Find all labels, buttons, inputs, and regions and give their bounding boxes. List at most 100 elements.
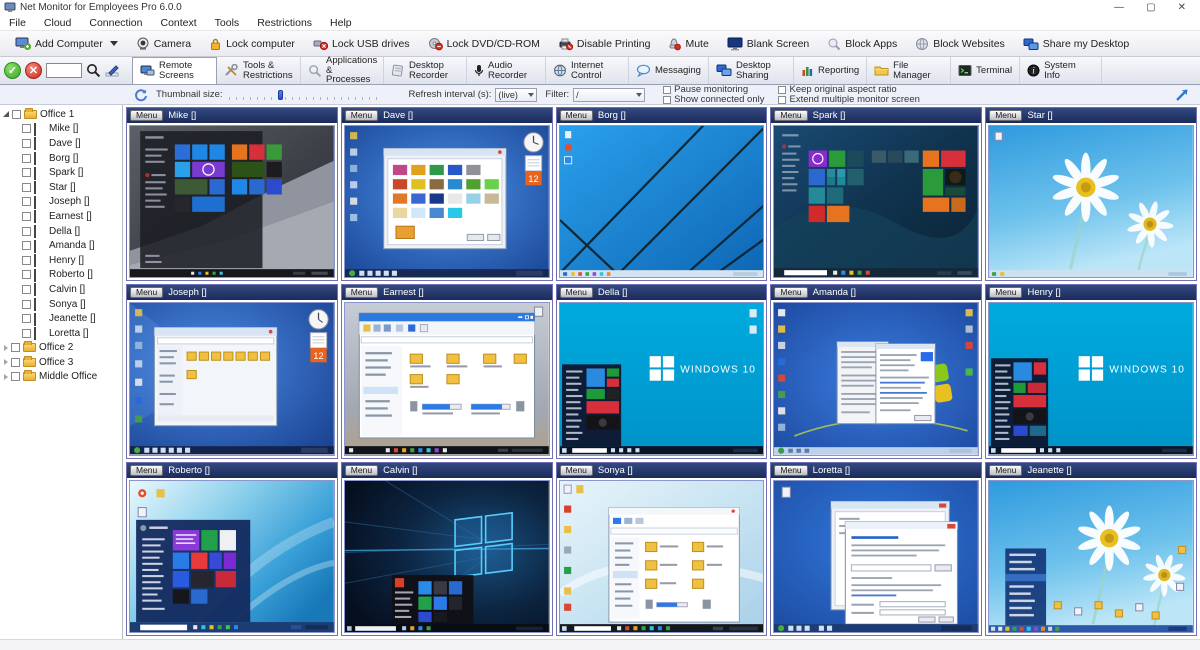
tile-menu-button[interactable]: Menu [560, 110, 593, 121]
lock-usb-button[interactable]: Lock USB drives [304, 35, 419, 53]
tab-audio-recorder[interactable]: Audio Recorder [467, 57, 546, 84]
tab-system-info[interactable]: i System Info [1020, 57, 1102, 84]
menu-help[interactable]: Help [321, 17, 361, 29]
tab-internet-control[interactable]: Internet Control [546, 57, 629, 84]
tile-menu-button[interactable]: Menu [560, 465, 593, 476]
checkbox-box[interactable] [778, 96, 786, 104]
tile-menu-button[interactable]: Menu [989, 465, 1022, 476]
expand-view-icon[interactable] [1175, 87, 1190, 102]
screen-preview-henry[interactable]: WINDOWS 10 [988, 302, 1194, 455]
maximize-button[interactable]: ▢ [1146, 0, 1155, 15]
tree-checkbox[interactable] [22, 314, 31, 323]
tab-applications-processes[interactable]: Applications & Processes [301, 57, 384, 84]
screen-preview-loretta[interactable] [773, 480, 979, 633]
screen-preview-mike[interactable] [129, 125, 335, 278]
thumbnail-size-slider[interactable] [229, 90, 379, 100]
show-connected-only-checkbox[interactable]: Show connected only [663, 95, 764, 104]
connect-button[interactable]: ✓ [4, 62, 21, 79]
screen-preview-amanda[interactable] [773, 302, 979, 455]
screen-preview-dave[interactable]: 12 [344, 125, 550, 278]
tile-menu-button[interactable]: Menu [989, 110, 1022, 121]
tab-reporting[interactable]: Reporting [794, 57, 867, 84]
tree-group-office3[interactable]: Office 3 [0, 355, 122, 370]
menu-cloud[interactable]: Cloud [35, 17, 80, 29]
tree-item-jeanette[interactable]: Jeanette [] [0, 311, 122, 326]
menu-context[interactable]: Context [151, 17, 205, 29]
tree-checkbox[interactable] [22, 168, 31, 177]
tab-messaging[interactable]: Messaging [629, 57, 709, 84]
minimize-button[interactable]: — [1114, 0, 1124, 15]
menu-tools[interactable]: Tools [206, 17, 249, 29]
screen-preview-borg[interactable] [559, 125, 765, 278]
camera-button[interactable]: Camera [127, 35, 200, 53]
tree-group-middle-office[interactable]: Middle Office [0, 370, 122, 385]
screen-preview-calvin[interactable] [344, 480, 550, 633]
screen-preview-sonya[interactable] [559, 480, 765, 633]
tab-terminal[interactable]: Terminal [951, 57, 1020, 84]
tile-menu-button[interactable]: Menu [130, 287, 163, 298]
keep-aspect-ratio-checkbox[interactable]: Keep original aspect ratio [778, 85, 919, 94]
disable-printing-button[interactable]: Disable Printing [549, 35, 660, 53]
tree-item-loretta[interactable]: Loretta [] [0, 326, 122, 341]
tab-tools-restrictions[interactable]: Tools & Restrictions [217, 57, 301, 84]
tile-menu-button[interactable]: Menu [345, 110, 378, 121]
search-icon[interactable] [86, 63, 101, 78]
tile-menu-button[interactable]: Menu [130, 465, 163, 476]
tree-checkbox[interactable] [22, 154, 31, 163]
share-desktop-button[interactable]: Share my Desktop [1014, 35, 1138, 53]
menu-restrictions[interactable]: Restrictions [248, 17, 321, 29]
pause-monitoring-checkbox[interactable]: Pause monitoring [663, 85, 764, 94]
tree-item-star[interactable]: Star [] [0, 180, 122, 195]
lock-computer-button[interactable]: Lock computer [200, 35, 304, 53]
mute-button[interactable]: Mute [659, 35, 717, 53]
tree-checkbox[interactable] [22, 329, 31, 338]
add-computer-dropdown-caret[interactable] [110, 41, 118, 46]
search-input[interactable] [46, 63, 82, 78]
tree-item-roberto[interactable]: Roberto [] [0, 268, 122, 283]
tab-desktop-recorder[interactable]: Desktop Recorder [384, 57, 467, 84]
tree-checkbox[interactable] [22, 197, 31, 206]
tree-expander-closed-icon[interactable] [4, 345, 8, 351]
filter-select[interactable]: / [573, 88, 645, 102]
checkbox-box[interactable] [778, 86, 786, 94]
tree-item-borg[interactable]: Borg [] [0, 151, 122, 166]
tab-desktop-sharing[interactable]: Desktop Sharing [709, 57, 794, 84]
tile-menu-button[interactable]: Menu [774, 110, 807, 121]
tree-checkbox[interactable] [11, 343, 20, 352]
tab-file-manager[interactable]: File Manager [867, 57, 951, 84]
tree-expander-closed-icon[interactable] [4, 359, 8, 365]
block-apps-button[interactable]: Block Apps [818, 35, 906, 53]
lock-dvd-button[interactable]: Lock DVD/CD-ROM [419, 35, 549, 53]
tree-checkbox[interactable] [11, 358, 20, 367]
tree-checkbox[interactable] [22, 270, 31, 279]
tree-checkbox[interactable] [22, 183, 31, 192]
tree-item-henry[interactable]: Henry [] [0, 253, 122, 268]
screen-preview-earnest[interactable] [344, 302, 550, 455]
tile-menu-button[interactable]: Menu [345, 287, 378, 298]
tile-menu-button[interactable]: Menu [989, 287, 1022, 298]
tree-checkbox[interactable] [12, 110, 21, 119]
disconnect-button[interactable]: ✕ [25, 62, 42, 79]
tree-group-office2[interactable]: Office 2 [0, 341, 122, 356]
tree-checkbox[interactable] [22, 212, 31, 221]
tree-checkbox[interactable] [22, 139, 31, 148]
checkbox-box[interactable] [663, 86, 671, 94]
tree-item-joseph[interactable]: Joseph [] [0, 195, 122, 210]
refresh-icon[interactable] [134, 88, 148, 102]
tree-item-mike[interactable]: Mike [] [0, 122, 122, 137]
tree-checkbox[interactable] [22, 227, 31, 236]
tree-item-amanda[interactable]: Amanda [] [0, 238, 122, 253]
tree-checkbox[interactable] [22, 285, 31, 294]
screen-preview-spark[interactable] [773, 125, 979, 278]
tree-checkbox[interactable] [11, 372, 20, 381]
block-websites-button[interactable]: Block Websites [906, 35, 1014, 53]
tab-remote-screens[interactable]: Remote Screens [132, 57, 217, 84]
tree-item-dave[interactable]: Dave [] [0, 136, 122, 151]
tree-checkbox[interactable] [22, 256, 31, 265]
tree-checkbox[interactable] [22, 241, 31, 250]
tile-menu-button[interactable]: Menu [774, 287, 807, 298]
tile-menu-button[interactable]: Menu [560, 287, 593, 298]
tile-menu-button[interactable]: Menu [774, 465, 807, 476]
screen-preview-jeanette[interactable] [988, 480, 1194, 633]
tree-checkbox[interactable] [22, 124, 31, 133]
